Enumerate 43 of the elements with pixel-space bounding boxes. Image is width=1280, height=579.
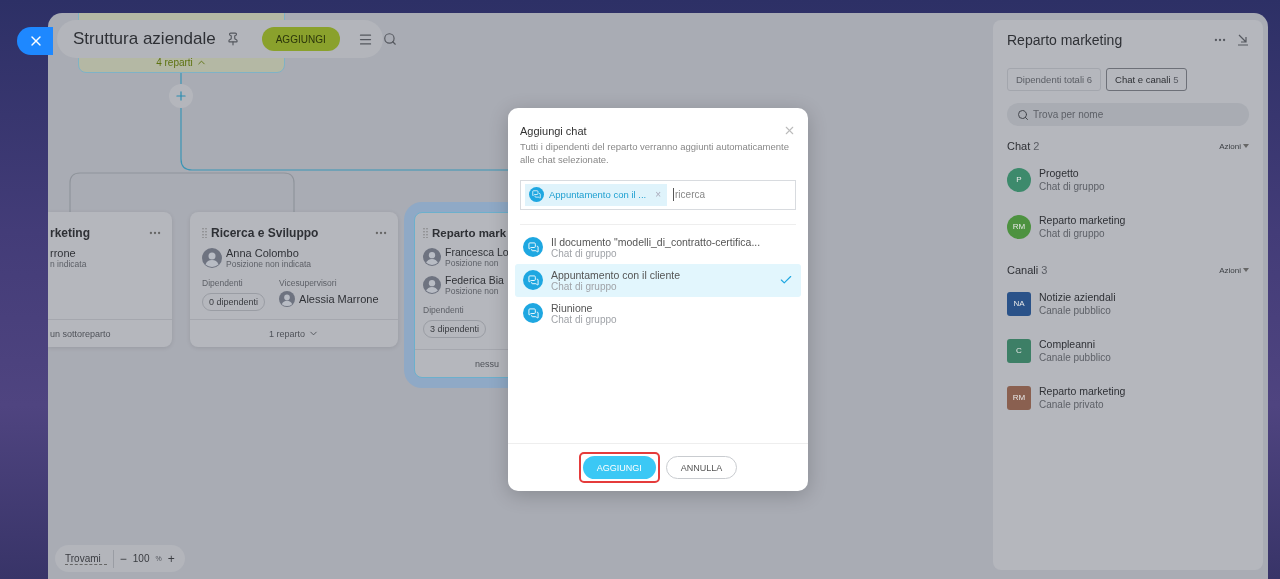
person-name: Federica Bia — [445, 274, 504, 286]
person-position: n indicata — [50, 259, 87, 269]
chat-name: Compleanni — [1039, 338, 1097, 350]
employees-label: Dipendenti — [423, 305, 465, 315]
dialog-title: Aggiungi chat — [520, 124, 587, 137]
employees-label: Dipendenti — [202, 278, 244, 288]
deputies-label: Vicesupervisori — [279, 278, 338, 288]
chat-type: Chat di gruppo — [551, 247, 617, 259]
chat-avatar: NA — [1007, 291, 1031, 316]
chat-name: Riunione — [551, 301, 594, 314]
chat-type: Canale privato — [1039, 399, 1105, 410]
chat-type: Chat di gruppo — [1039, 181, 1105, 192]
chat-name: Appuntamento con il cliente — [551, 268, 681, 281]
chat-name: Progetto — [1039, 167, 1080, 179]
deputy-name: Alessia Marrone — [299, 293, 379, 305]
department-title: Reparto mark — [432, 227, 507, 239]
page-title: Struttura aziendale — [73, 29, 216, 49]
chat-type: Canale pubblico — [1039, 352, 1111, 363]
chat-type: Chat di gruppo — [551, 313, 618, 325]
chat-name: Notizie aziendali — [1039, 291, 1116, 303]
person-name: Francesca Lo — [445, 246, 509, 258]
panel-title: Reparto marketing — [1007, 32, 1123, 48]
chat-type: Chat di gruppo — [551, 280, 617, 292]
chat-name: Reparto marketing — [1039, 214, 1126, 226]
department-title: rketing — [50, 226, 90, 240]
chat-name: Reparto marketing — [1039, 385, 1126, 397]
person-name: rrone — [50, 247, 77, 259]
section-title: Chat 2 — [1007, 140, 1040, 152]
section-title: Canali 3 — [1007, 264, 1048, 276]
dialog-description: Tutti i dipendenti del reparto verranno aggiunti automaticamente alle chat selezionate. — [520, 141, 790, 167]
person-position: Posizione non — [445, 286, 500, 296]
chat-avatar: RM — [1007, 214, 1031, 239]
chat-avatar: P — [1007, 167, 1031, 192]
person-name: Anna Colombo — [226, 247, 300, 259]
person-position: Posizione non — [445, 258, 500, 268]
person-position: Posizione non indicata — [226, 259, 312, 269]
department-title: Ricerca e Sviluppo — [211, 226, 319, 240]
zoom-value: 100 — [132, 553, 150, 564]
chat-avatar: RM — [1007, 385, 1031, 410]
chat-name: Il documento "modelli_di_contratto-certifica... — [551, 235, 762, 248]
chat-avatar: C — [1007, 338, 1031, 363]
chat-type: Chat di gruppo — [1039, 228, 1106, 239]
chat-type: Canale pubblico — [1039, 305, 1112, 316]
